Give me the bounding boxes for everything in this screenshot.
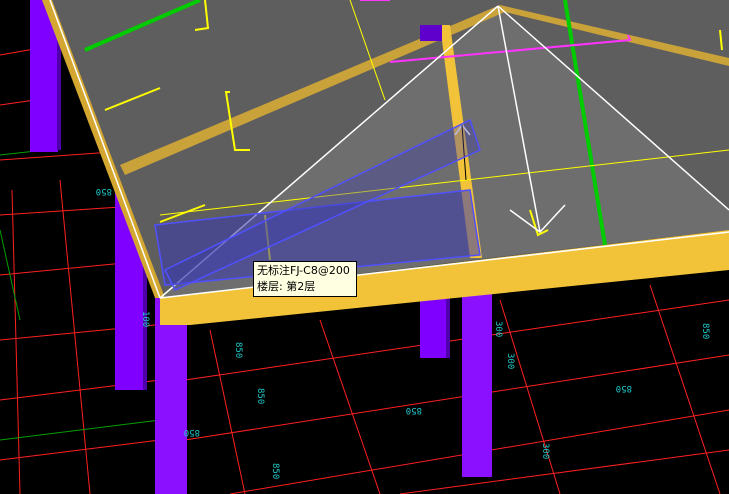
3d-model-viewport[interactable]: 850 850 850 850 850 850 300 300 300 850 … [0,0,729,494]
dimension-label: 850 [700,323,710,339]
rebar-info-tooltip: 无标注FJ-C8@200 楼层: 第2层 [253,261,357,297]
column[interactable] [462,265,492,477]
dimension-label: 300 [540,443,550,459]
dimension-label: 850 [96,186,112,196]
dimension-label: 850 [184,427,200,437]
tooltip-floor: 楼层: 第2层 [257,280,316,293]
dimension-label: 850 [233,342,243,358]
dimension-label: 300 [505,353,515,369]
dimension-label: 850 [270,463,280,479]
dimension-label: 100 [140,311,150,327]
dimension-label: 850 [255,388,265,404]
dimension-label: 850 [616,383,632,393]
tooltip-rebar-spec: 无标注FJ-C8@200 [257,264,350,277]
dimension-label: 850 [406,405,422,415]
dimension-label: 300 [493,321,503,337]
